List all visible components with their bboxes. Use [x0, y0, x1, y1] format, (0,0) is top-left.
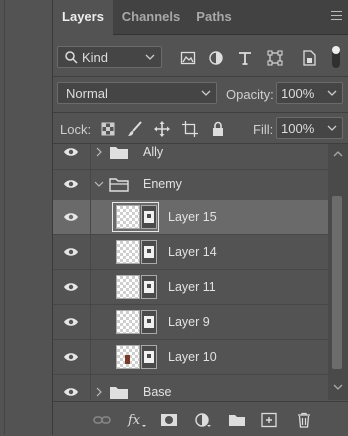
search-icon	[65, 51, 78, 64]
smart-object-badge-icon	[141, 310, 157, 334]
lock-position-icon[interactable]	[154, 121, 170, 137]
layer-row-15[interactable]: Layer 15	[53, 200, 328, 235]
image-filter-icon[interactable]	[180, 50, 196, 66]
tab-layers[interactable]: Layers	[53, 0, 113, 35]
divider	[53, 112, 348, 113]
visibility-eye-icon[interactable]	[63, 178, 79, 190]
fill-field[interactable]: 100%	[276, 117, 343, 139]
scroll-down-icon[interactable]	[333, 383, 343, 391]
layer-group-enemy[interactable]: Enemy	[53, 167, 328, 202]
opacity-field[interactable]: 100%	[276, 82, 343, 104]
filter-toggle-switch[interactable]	[332, 46, 340, 68]
smart-object-badge-icon	[141, 205, 157, 229]
character-sprite	[125, 355, 130, 364]
smart-object-badge-icon	[141, 240, 157, 264]
layer-name[interactable]: Layer 9	[168, 315, 210, 329]
link-layers-icon[interactable]	[93, 412, 111, 428]
scrollbar-thumb[interactable]	[332, 196, 342, 369]
new-layer-icon[interactable]	[260, 412, 278, 428]
layer-row-11[interactable]: Layer 11	[53, 270, 328, 305]
folder-open-icon	[109, 178, 129, 192]
visibility-eye-icon[interactable]	[63, 211, 79, 223]
type-filter-icon[interactable]	[237, 50, 253, 66]
smart-object-filter-icon[interactable]	[301, 50, 317, 66]
layer-group-base[interactable]: Base	[53, 375, 328, 400]
layer-name[interactable]: Layer 15	[168, 210, 217, 224]
layer-name[interactable]: Layer 11	[168, 280, 216, 294]
layer-name[interactable]: Ally	[143, 145, 163, 159]
layers-list: Ally Enemy Layer 15 Layer 14 Layer 11 La…	[53, 144, 348, 400]
shape-filter-icon[interactable]	[267, 50, 283, 66]
divider	[4, 0, 5, 435]
new-group-icon[interactable]	[228, 412, 246, 428]
chevron-right-icon[interactable]	[95, 146, 103, 158]
bottom-toolbar: fx	[53, 401, 348, 436]
layer-row-10[interactable]: Layer 10	[53, 340, 328, 375]
smart-object-badge-icon	[141, 345, 157, 369]
folder-icon	[110, 147, 128, 159]
delete-layer-icon[interactable]	[295, 412, 313, 428]
chevron-down-icon[interactable]	[327, 89, 337, 97]
fill-value: 100%	[281, 121, 315, 136]
fx-icon[interactable]: fx	[127, 412, 147, 428]
layer-name[interactable]: Base	[143, 385, 172, 399]
blend-mode-value: Normal	[66, 86, 108, 101]
lock-label: Lock:	[60, 122, 92, 137]
visibility-eye-icon[interactable]	[63, 386, 79, 398]
visibility-eye-icon[interactable]	[63, 351, 79, 363]
chevron-right-icon[interactable]	[95, 386, 103, 398]
lock-artboard-icon[interactable]	[182, 121, 198, 137]
layer-row-9[interactable]: Layer 9	[53, 305, 328, 340]
chevron-down-icon	[201, 90, 211, 96]
layer-name[interactable]: Enemy	[143, 177, 182, 191]
svg-text:fx: fx	[127, 413, 141, 428]
fill-label: Fill:	[253, 122, 274, 137]
layer-thumbnail	[116, 345, 140, 369]
add-mask-icon[interactable]	[160, 412, 178, 428]
lock-image-pixels-icon[interactable]	[127, 121, 143, 137]
filter-kind-dropdown[interactable]: Kind	[57, 46, 162, 68]
layer-thumbnail	[116, 310, 140, 334]
chevron-down-icon	[145, 54, 155, 60]
left-panel-strip	[0, 0, 53, 435]
chevron-down-icon[interactable]	[327, 124, 337, 132]
tab-bar: Layers Channels Paths	[53, 0, 348, 35]
layer-row-14[interactable]: Layer 14	[53, 235, 328, 270]
filter-kind-value: Kind	[82, 50, 109, 65]
panel-menu-icon[interactable]	[331, 11, 342, 23]
opacity-value: 100%	[281, 86, 315, 101]
tab-channels[interactable]: Channels	[113, 0, 189, 34]
chevron-down-icon[interactable]	[93, 180, 105, 188]
tab-paths[interactable]: Paths	[189, 0, 239, 34]
opacity-label: Opacity:	[226, 87, 274, 102]
layer-name[interactable]: Layer 14	[168, 245, 217, 259]
visibility-eye-icon[interactable]	[63, 246, 79, 258]
adjustment-filter-icon[interactable]	[208, 50, 224, 66]
divider	[53, 76, 348, 77]
layer-thumbnail	[116, 275, 140, 299]
lock-transparent-pixels-icon[interactable]	[100, 121, 116, 137]
layer-thumbnail	[116, 240, 140, 264]
visibility-eye-icon[interactable]	[63, 281, 79, 293]
visibility-eye-icon[interactable]	[63, 316, 79, 328]
layers-panel: Layers Channels Paths Kind Normal Opacit…	[53, 0, 348, 436]
layer-name[interactable]: Layer 10	[168, 350, 217, 364]
folder-icon	[110, 387, 128, 399]
adjustment-layer-icon[interactable]	[194, 412, 212, 428]
layer-thumbnail	[116, 205, 140, 229]
lock-all-icon[interactable]	[210, 121, 226, 137]
scroll-up-icon[interactable]	[333, 150, 343, 158]
blend-mode-dropdown[interactable]: Normal	[57, 82, 217, 104]
visibility-eye-icon[interactable]	[63, 146, 79, 158]
smart-object-badge-icon	[141, 275, 157, 299]
